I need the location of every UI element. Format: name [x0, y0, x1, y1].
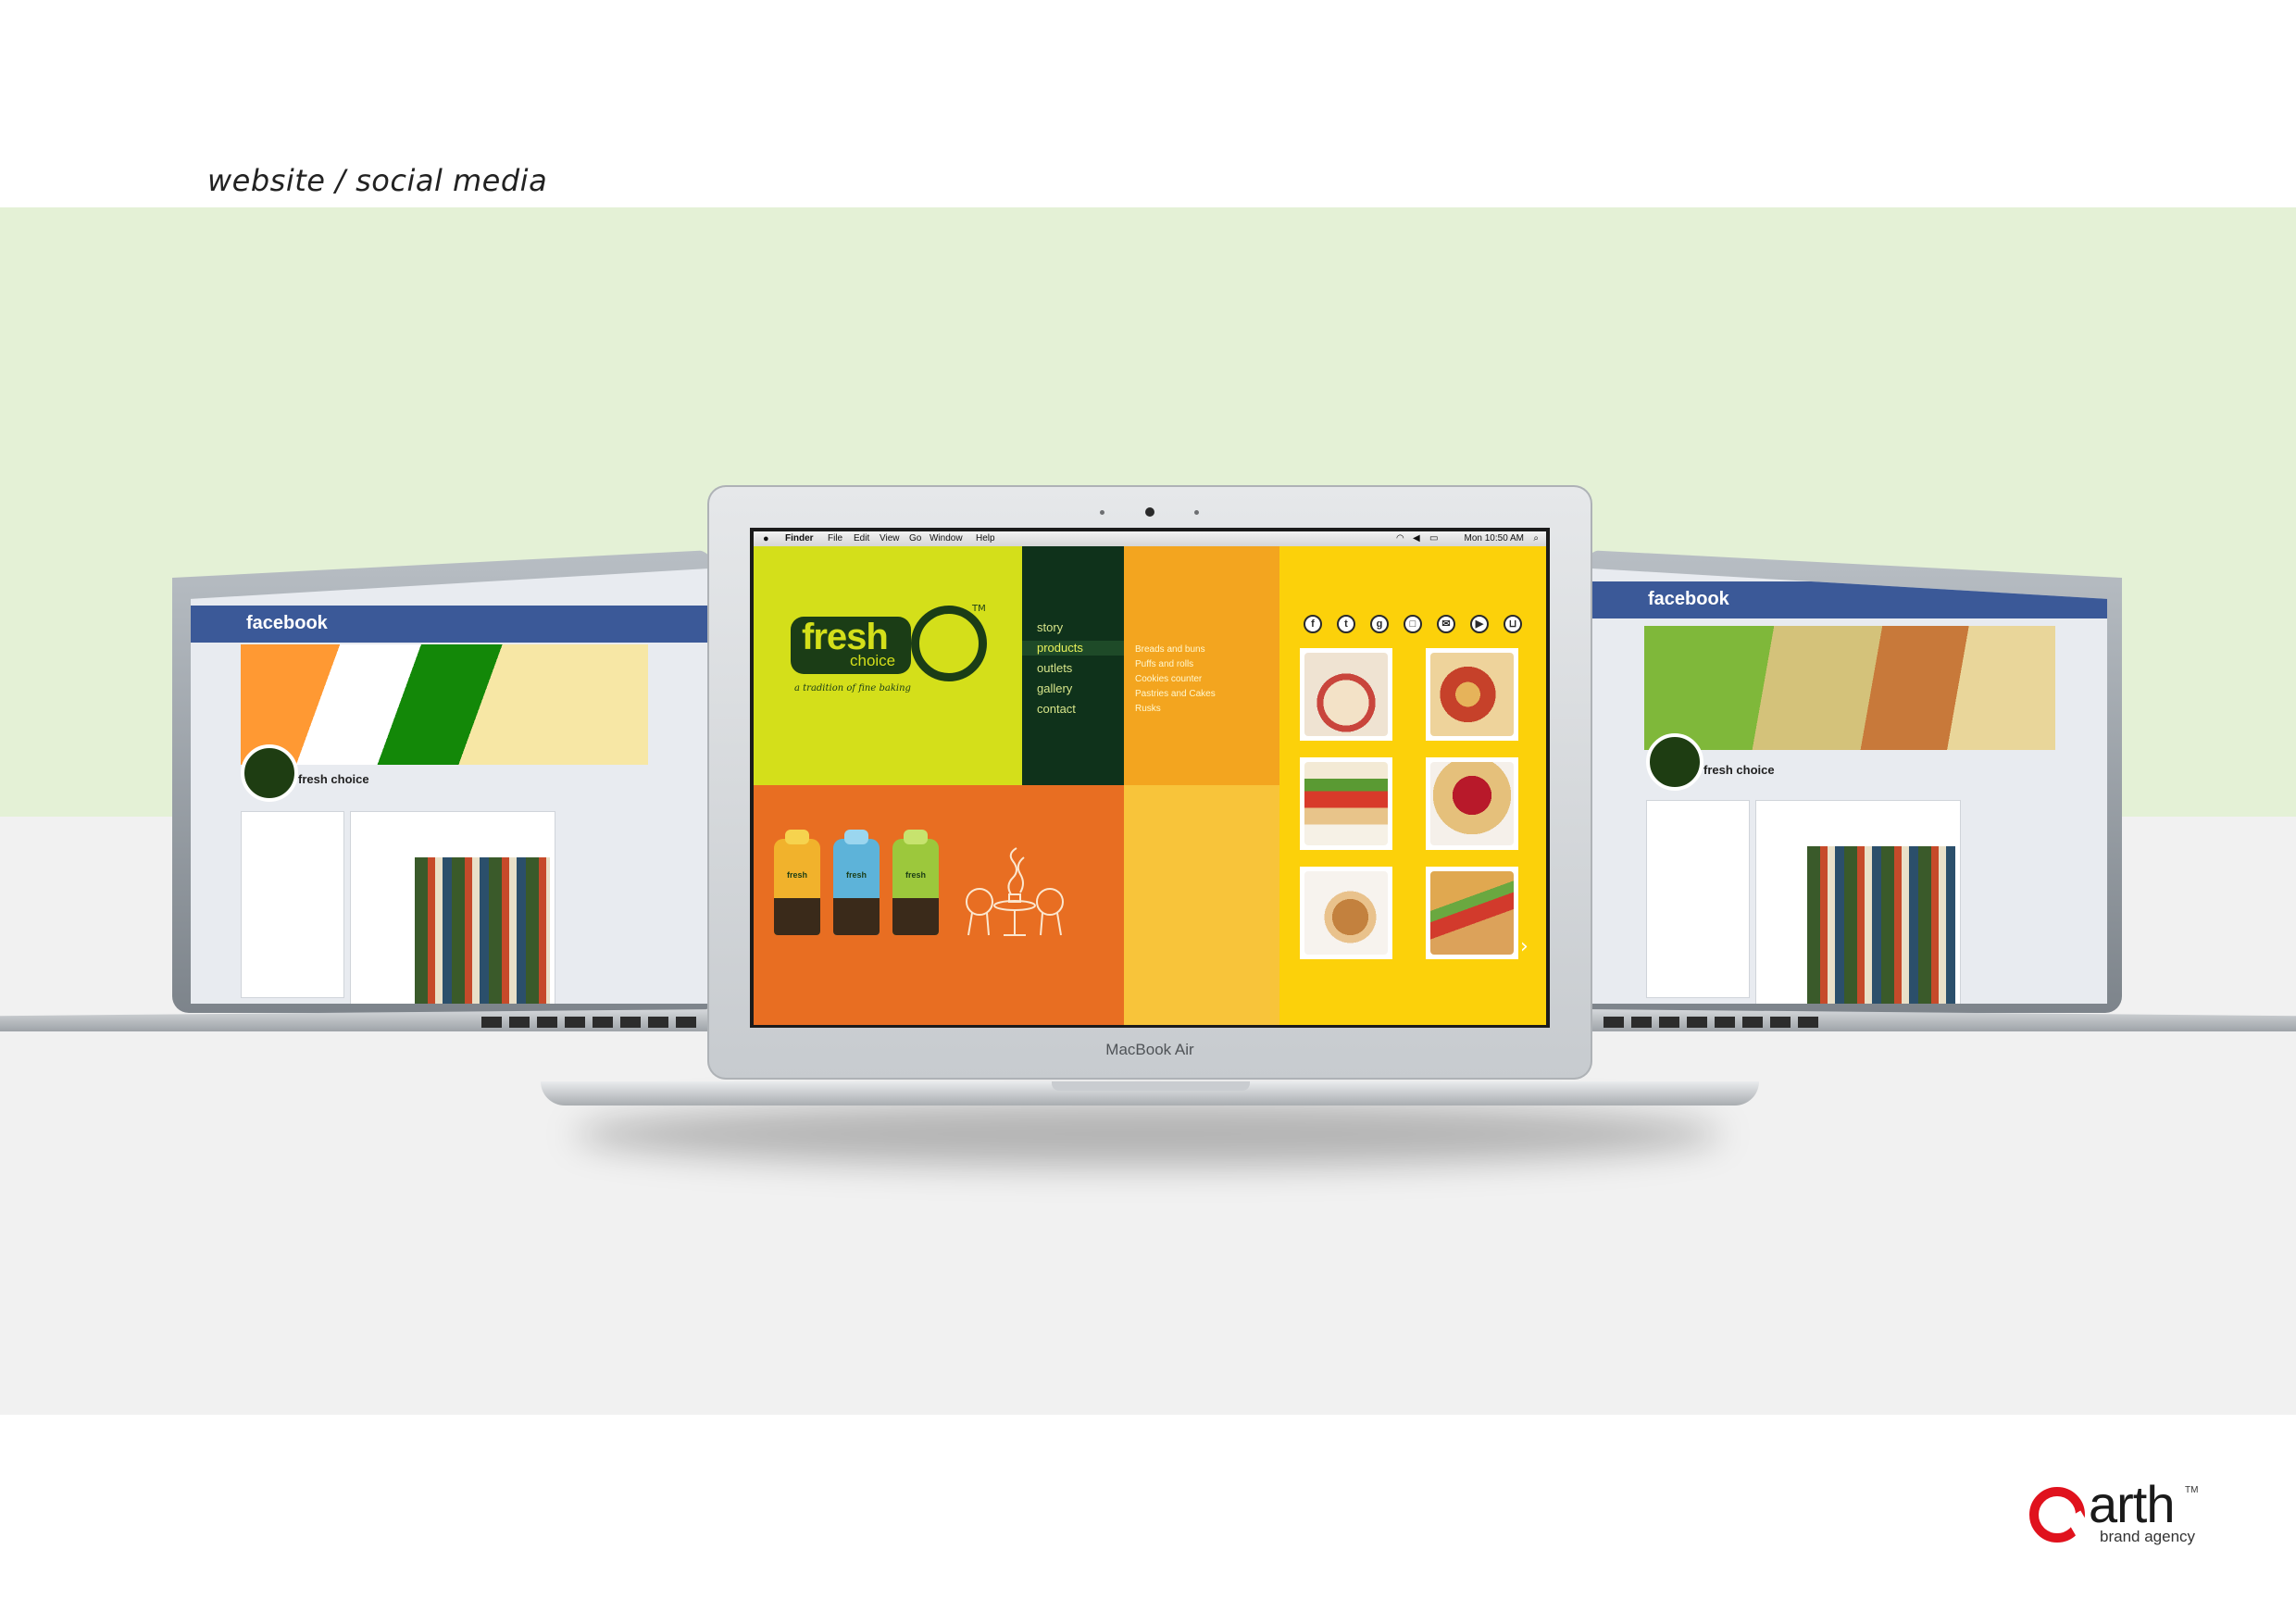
- gallery-item-cake[interactable]: [1300, 648, 1392, 741]
- facebook-logo: facebook: [246, 613, 328, 633]
- gallery-item-sub-sandwich[interactable]: [1426, 867, 1518, 959]
- cart-icon[interactable]: ⊔: [1504, 615, 1522, 633]
- bag-tie: [785, 830, 809, 844]
- panel-about-text: [1124, 785, 1279, 1025]
- facebook-post-photo: [415, 857, 550, 1004]
- product-category-list: Breads and buns Puffs and rolls Cookies …: [1124, 546, 1279, 785]
- gallery-item-sandwich[interactable]: [1300, 757, 1392, 850]
- bag-label: fresh: [905, 870, 926, 880]
- cafe-table-chairs-illustration: [966, 847, 1064, 936]
- battery-icon[interactable]: ▭: [1429, 533, 1438, 543]
- bread-bag-blue[interactable]: fresh: [833, 830, 880, 935]
- bag-tie: [904, 830, 928, 844]
- category-cookies-counter[interactable]: Cookies counter: [1135, 674, 1202, 684]
- gallery-image: [1304, 653, 1388, 736]
- menu-window[interactable]: Window: [930, 533, 963, 543]
- facebook-sidebar-panel: [241, 811, 344, 998]
- facebook-logo: facebook: [1648, 589, 1729, 609]
- logo-word-choice: choice: [850, 652, 896, 669]
- nav-gallery[interactable]: gallery: [1037, 681, 1072, 695]
- facebook-page-name: fresh choice: [298, 772, 369, 786]
- camera-icon: [1145, 507, 1154, 517]
- camera-sensor-left: [1100, 510, 1104, 515]
- left-laptop: facebook fresh choice: [0, 546, 713, 1065]
- left-laptop-ports: [481, 1017, 704, 1028]
- camera-sensor-right: [1194, 510, 1199, 515]
- menu-help[interactable]: Help: [976, 533, 995, 543]
- facebook-profile-avatar: [1646, 733, 1703, 791]
- main-laptop-screen: ● Finder File Edit View Go Window Help ◠…: [754, 531, 1546, 1025]
- site-nav: story products outlets gallery contact: [1022, 546, 1124, 785]
- bread-bag-orange[interactable]: fresh: [774, 830, 820, 935]
- main-laptop-hinge-notch: [1052, 1081, 1250, 1091]
- mail-icon[interactable]: ✉: [1437, 615, 1455, 633]
- gallery-next-arrow-icon[interactable]: ›: [1520, 935, 1529, 958]
- menubar-clock[interactable]: Mon 10:50 AM: [1465, 533, 1524, 543]
- category-rusks[interactable]: Rusks: [1135, 704, 1161, 714]
- logo-trademark: TM: [972, 604, 986, 614]
- facebook-post-photo: [1807, 846, 1955, 1004]
- mac-menubar: ● Finder File Edit View Go Window Help ◠…: [754, 531, 1546, 546]
- page-caption: website / social media: [207, 163, 548, 198]
- gallery-image: [1304, 762, 1388, 845]
- logo-tagline: a tradition of fine baking: [794, 683, 911, 693]
- agency-logo-name: arth: [2089, 1475, 2175, 1533]
- gallery-image: [1430, 871, 1514, 955]
- menu-finder[interactable]: Finder: [785, 533, 814, 543]
- nav-products[interactable]: products: [1037, 641, 1083, 655]
- menu-file[interactable]: File: [828, 533, 842, 543]
- nav-story[interactable]: story: [1037, 620, 1063, 634]
- facebook-icon[interactable]: f: [1304, 615, 1322, 633]
- nav-outlets[interactable]: outlets: [1037, 661, 1072, 675]
- gallery-item-pasta[interactable]: [1426, 757, 1518, 850]
- bag-tie: [844, 830, 868, 844]
- gallery-image: [1304, 871, 1388, 955]
- agency-trademark: TM: [2185, 1485, 2199, 1495]
- bag-band: [774, 898, 820, 935]
- gallery-image: [1430, 762, 1514, 845]
- spotlight-search-icon[interactable]: ⌕: [1533, 533, 1539, 543]
- nav-contact[interactable]: contact: [1037, 702, 1076, 716]
- twitter-icon[interactable]: t: [1337, 615, 1355, 633]
- bag-band: [892, 898, 939, 935]
- agency-logo-subtitle: brand agency: [2100, 1528, 2196, 1545]
- bag-label: fresh: [786, 870, 807, 880]
- youtube-icon[interactable]: ▶: [1470, 615, 1489, 633]
- category-puffs-and-rolls[interactable]: Puffs and rolls: [1135, 659, 1193, 669]
- gallery-image: [1430, 653, 1514, 736]
- right-laptop-ports: [1603, 1017, 1826, 1028]
- menu-go[interactable]: Go: [909, 533, 921, 543]
- volume-icon[interactable]: ◀: [1413, 533, 1420, 543]
- google-plus-icon[interactable]: g: [1370, 615, 1389, 633]
- instagram-icon[interactable]: □: [1404, 615, 1422, 633]
- facebook-profile-avatar: [241, 744, 298, 802]
- right-laptop: facebook fresh choice: [1585, 546, 2296, 1065]
- right-laptop-screen: facebook fresh choice: [1592, 568, 2107, 1004]
- facebook-page-name: fresh choice: [1703, 763, 1775, 777]
- facebook-cover-photo: [1644, 626, 2055, 750]
- apple-menu-icon[interactable]: ●: [763, 533, 769, 544]
- category-pastries-and-cakes[interactable]: Pastries and Cakes: [1135, 689, 1216, 699]
- gallery-item-pizza[interactable]: [1426, 648, 1518, 741]
- menu-edit[interactable]: Edit: [854, 533, 869, 543]
- facebook-sidebar-panel: [1646, 800, 1750, 998]
- device-model-label: MacBook Air: [1105, 1041, 1194, 1058]
- left-laptop-screen: facebook fresh choice: [191, 568, 709, 1004]
- wheat-emblem-icon: [911, 606, 987, 681]
- menu-view[interactable]: View: [880, 533, 900, 543]
- bag-band: [833, 898, 880, 935]
- category-breads-and-buns[interactable]: Breads and buns: [1135, 644, 1205, 655]
- facebook-cover-photo: [241, 644, 648, 765]
- gallery-item-rolls[interactable]: [1300, 867, 1392, 959]
- wifi-icon[interactable]: ◠: [1396, 533, 1404, 543]
- bag-label: fresh: [845, 870, 867, 880]
- bread-bag-green[interactable]: fresh: [892, 830, 939, 935]
- main-laptop-shadow: [574, 1102, 1722, 1167]
